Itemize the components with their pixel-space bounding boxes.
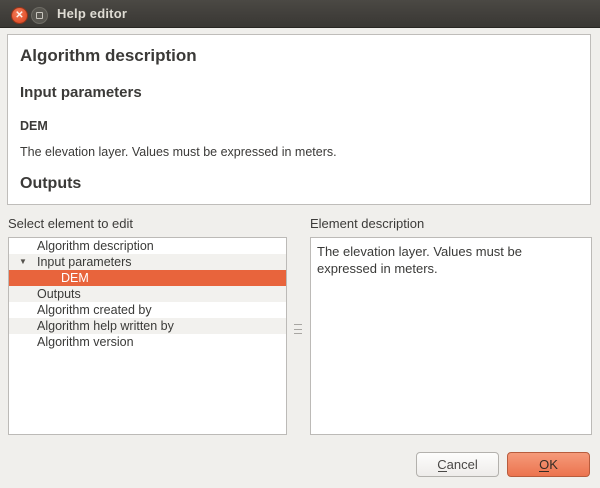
preview-heading-algorithm-description: Algorithm description [20,47,590,64]
help-preview-panel: Algorithm description Input parameters D… [7,34,591,205]
titlebar[interactable]: ✕ Help editor [0,0,600,28]
cancel-mnemonic-underline [438,471,447,472]
close-button[interactable]: ✕ [11,7,28,24]
tree-item-label: Input parameters [37,255,132,269]
select-element-label: Select element to edit [8,216,133,231]
tree-item-outputs[interactable]: Outputs [9,286,286,302]
maximize-icon [36,12,43,19]
tree-item-algorithm-description[interactable]: Algorithm description [9,238,286,254]
ok-button[interactable]: OK [507,452,590,477]
tree-item-algorithm-version[interactable]: Algorithm version [9,334,286,350]
element-tree[interactable]: Algorithm description ▼ Input parameters DE… [8,237,287,435]
expand-arrow-icon[interactable]: ▼ [19,254,27,270]
tree-item-label: Algorithm help written by [37,319,174,333]
tree-item-dem[interactable]: DEM [9,270,286,286]
element-description-label: Element description [310,216,424,231]
ok-button-label: OK [539,457,558,472]
maximize-button[interactable] [31,7,48,24]
splitter-handle[interactable] [293,322,303,336]
ok-mnemonic-underline [539,471,549,472]
tree-item-algorithm-created-by[interactable]: Algorithm created by [9,302,286,318]
tree-item-algorithm-help-written-by[interactable]: Algorithm help written by [9,318,286,334]
preview-heading-outputs: Outputs [20,176,590,192]
tree-item-label: Outputs [37,287,81,301]
close-icon: ✕ [15,10,23,21]
tree-item-label: Algorithm description [37,239,154,253]
tree-item-label: Algorithm created by [37,303,152,317]
preview-dem-description: The elevation layer. Values must be expr… [20,146,590,159]
tree-item-input-parameters[interactable]: ▼ Input parameters [9,254,286,270]
preview-subheading-dem: DEM [20,120,590,133]
element-description-input[interactable]: The elevation layer. Values must be expr… [310,237,592,435]
tree-item-label: Algorithm version [37,335,134,349]
cancel-button-label: Cancel [437,457,477,472]
preview-heading-input-parameters: Input parameters [20,85,590,100]
window-title: Help editor [57,6,127,21]
cancel-button[interactable]: Cancel [416,452,499,477]
tree-item-label: DEM [61,271,89,285]
